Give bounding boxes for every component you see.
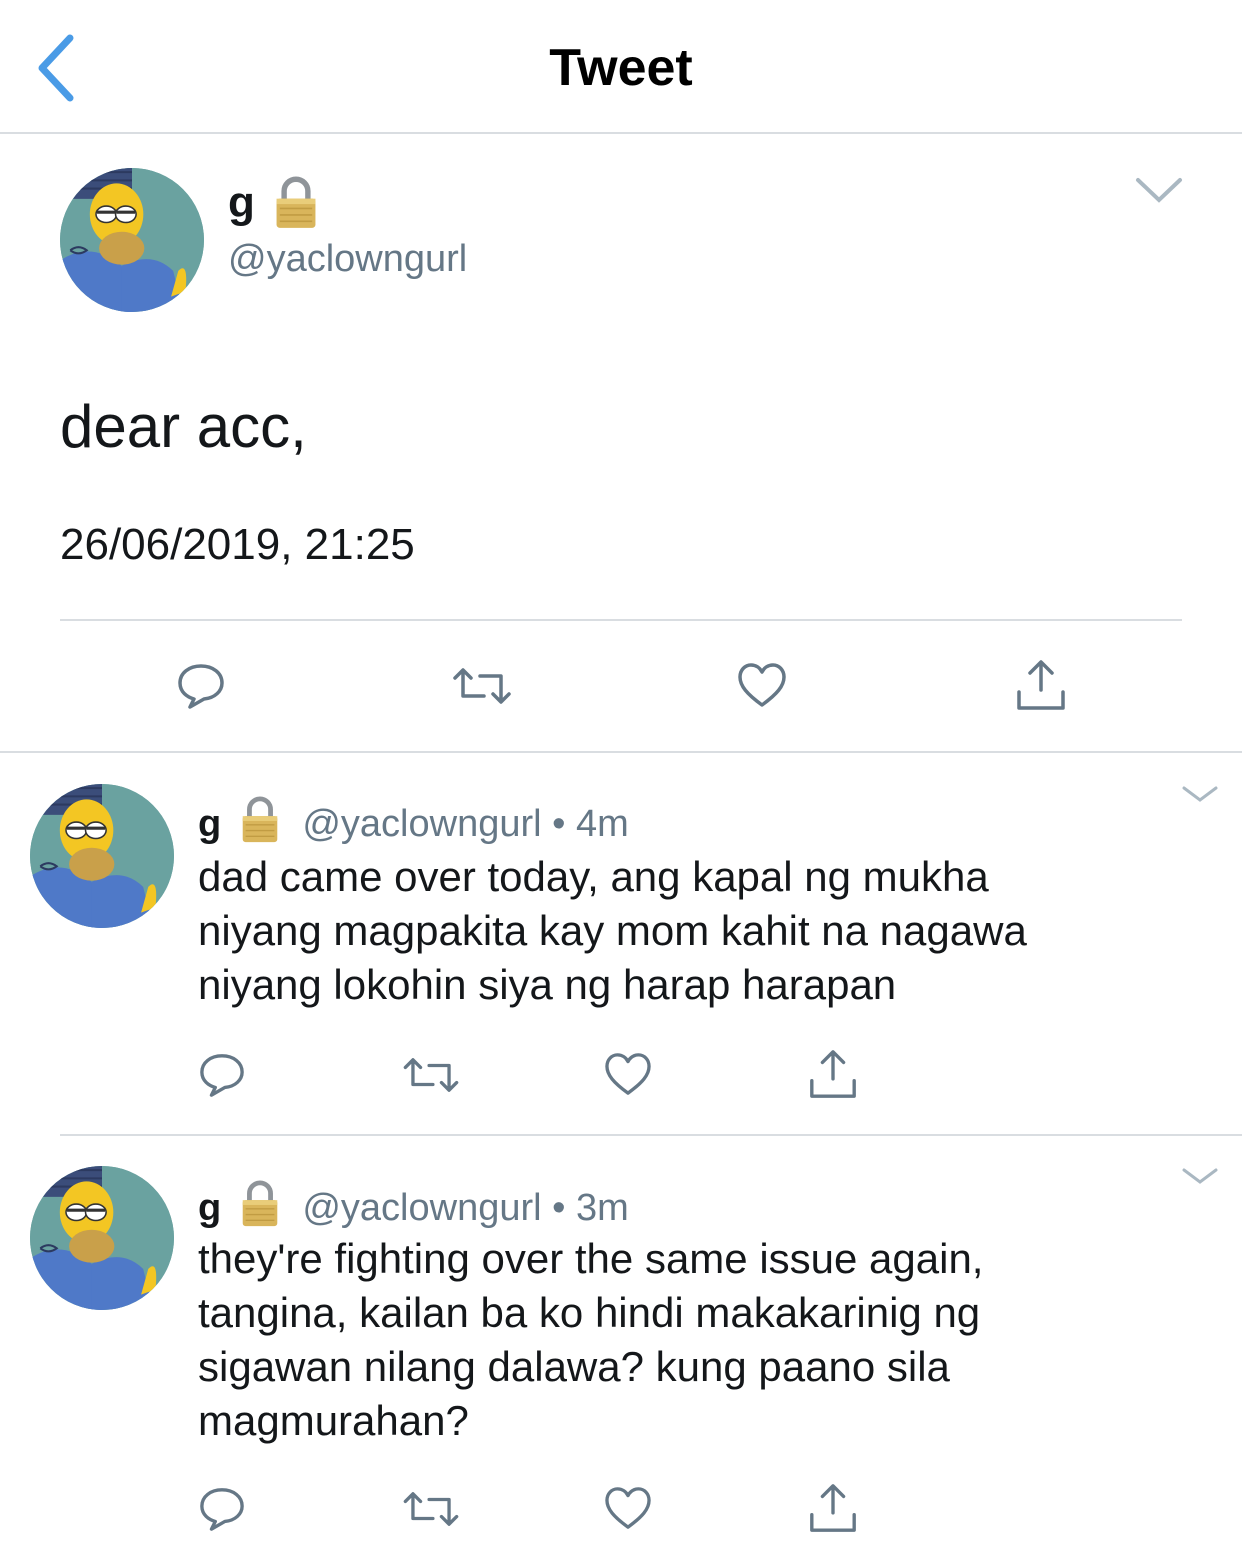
avatar[interactable]: [30, 784, 174, 928]
reply-tweet[interactable]: g @yaclowngurl • 4m dad came over today,…: [0, 752, 1242, 1136]
reply-icon: [178, 664, 224, 709]
user-handle[interactable]: @yaclowngurl: [302, 1187, 541, 1229]
chevron-down-icon: [1136, 178, 1182, 203]
chevron-down-icon: [1182, 1168, 1218, 1184]
reply-tweet[interactable]: g @yaclowngurl • 3m they're fighting ove…: [0, 1136, 1242, 1560]
tweet-age: 3m: [576, 1187, 629, 1229]
divider: [60, 619, 1182, 621]
retweet-icon: [453, 668, 511, 704]
reply-icon: [200, 1054, 244, 1097]
share-button[interactable]: [808, 1048, 858, 1105]
tweet-text: dear acc,: [60, 393, 307, 460]
retweet-button[interactable]: [402, 1490, 460, 1533]
like-icon: [605, 1053, 651, 1095]
like-icon: [605, 1487, 651, 1529]
like-button[interactable]: [604, 1486, 652, 1535]
tweet-options-button[interactable]: [1134, 172, 1184, 213]
separator-dot: •: [552, 803, 566, 845]
display-name[interactable]: g: [228, 178, 255, 228]
lock-icon: [238, 1180, 282, 1228]
lock-icon: [238, 796, 282, 844]
share-icon: [810, 1050, 856, 1098]
header-divider: [0, 132, 1242, 134]
share-icon: [810, 1484, 856, 1532]
avatar[interactable]: [30, 1166, 174, 1310]
retweet-icon: [403, 1058, 459, 1092]
tweet-age: 4m: [576, 803, 629, 845]
retweet-button[interactable]: [452, 666, 512, 711]
like-icon: [738, 663, 786, 707]
display-name[interactable]: g: [198, 1187, 221, 1229]
reply-button[interactable]: [198, 1486, 246, 1537]
tweet-timestamp: 26/06/2019, 21:25: [60, 520, 415, 569]
user-handle[interactable]: @yaclowngurl: [302, 803, 541, 845]
lock-icon: [272, 176, 320, 230]
tweet-text: dad came over today, ang kapal ng mukha …: [198, 853, 1027, 1008]
share-icon: [1017, 660, 1065, 710]
share-button[interactable]: [808, 1482, 858, 1539]
separator-dot: •: [552, 1187, 566, 1229]
user-handle[interactable]: @yaclowngurl: [228, 238, 467, 281]
reply-button[interactable]: [198, 1052, 246, 1103]
reply-button[interactable]: [176, 662, 226, 715]
tweet-text: they're fighting over the same issue aga…: [198, 1235, 984, 1444]
retweet-icon: [403, 1492, 459, 1526]
reply-icon: [200, 1488, 244, 1531]
page-title: Tweet: [549, 39, 693, 97]
like-button[interactable]: [604, 1052, 652, 1101]
display-name[interactable]: g: [198, 803, 221, 845]
retweet-button[interactable]: [402, 1056, 460, 1099]
chevron-down-icon: [1182, 786, 1218, 802]
avatar[interactable]: [60, 168, 204, 312]
tweet-options-button[interactable]: [1180, 782, 1220, 811]
like-button[interactable]: [737, 662, 787, 713]
share-button[interactable]: [1016, 658, 1066, 717]
tweet-options-button[interactable]: [1180, 1164, 1220, 1193]
